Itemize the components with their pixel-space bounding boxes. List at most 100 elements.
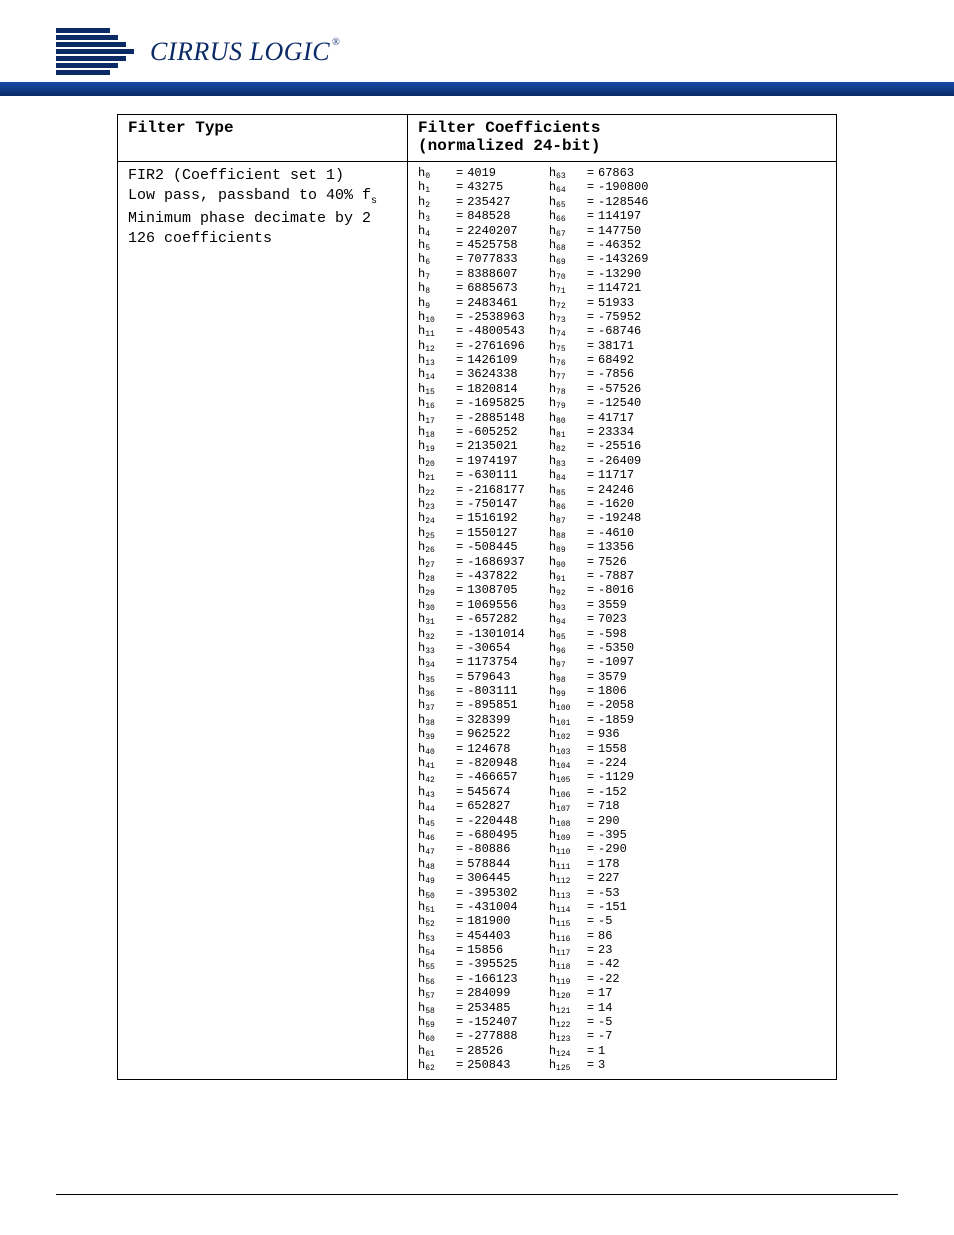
coefficient-symbol: h115	[549, 914, 587, 928]
coefficient-row: h39 = 962522	[418, 727, 525, 741]
equals-sign: =	[456, 756, 463, 770]
coefficient-row: h20 = 1974197	[418, 454, 525, 468]
coefficient-row: h92 = -8016	[549, 583, 649, 597]
coefficient-value: 178	[598, 857, 620, 871]
coefficient-symbol: h103	[549, 742, 587, 756]
equals-sign: =	[587, 310, 594, 324]
equals-sign: =	[456, 857, 463, 871]
coefficient-row: h3 = 848528	[418, 209, 525, 223]
equals-sign: =	[587, 900, 594, 914]
coefficient-symbol: h97	[549, 655, 587, 669]
coefficient-symbol: h10	[418, 310, 456, 324]
equals-sign: =	[587, 986, 594, 1000]
equals-sign: =	[587, 296, 594, 310]
coefficient-value: 3624338	[467, 367, 517, 381]
coefficient-symbol: h33	[418, 641, 456, 655]
coefficient-value: -508445	[467, 540, 517, 554]
coefficient-row: h124 = 1	[549, 1044, 649, 1058]
coefficient-value: -5350	[598, 641, 634, 655]
equals-sign: =	[456, 339, 463, 353]
coefficient-value: -2168177	[467, 483, 525, 497]
coefficient-symbol: h19	[418, 439, 456, 453]
equals-sign: =	[456, 166, 463, 180]
coefficient-value: -30654	[467, 641, 510, 655]
coefficient-row: h28 = -437822	[418, 569, 525, 583]
equals-sign: =	[587, 1029, 594, 1043]
coefficient-row: h60 = -277888	[418, 1029, 525, 1043]
coefficient-symbol: h17	[418, 411, 456, 425]
coefficient-row: h47 = -80886	[418, 842, 525, 856]
coefficient-symbol: h68	[549, 238, 587, 252]
equals-sign: =	[587, 641, 594, 655]
equals-sign: =	[587, 195, 594, 209]
equals-sign: =	[456, 296, 463, 310]
coefficient-row: h25 = 1550127	[418, 526, 525, 540]
brand-name: CIRRUS LOGIC ®	[150, 37, 340, 67]
coefficient-value: -1686937	[467, 555, 525, 569]
equals-sign: =	[587, 1001, 594, 1015]
coefficient-symbol: h26	[418, 540, 456, 554]
equals-sign: =	[587, 454, 594, 468]
equals-sign: =	[587, 655, 594, 669]
coefficient-row: h83 = -26409	[549, 454, 649, 468]
equals-sign: =	[456, 943, 463, 957]
coefficient-symbol: h86	[549, 497, 587, 511]
coefficient-value: -57526	[598, 382, 641, 396]
equals-sign: =	[456, 367, 463, 381]
coefficient-row: h78 = -57526	[549, 382, 649, 396]
coefficient-symbol: h121	[549, 1001, 587, 1015]
equals-sign: =	[456, 555, 463, 569]
coefficient-symbol: h30	[418, 598, 456, 612]
coefficient-value: -68746	[598, 324, 641, 338]
coefficient-symbol: h65	[549, 195, 587, 209]
coefficient-value: -143269	[598, 252, 648, 266]
coefficient-symbol: h2	[418, 195, 456, 209]
coefficient-row: h23 = -750147	[418, 497, 525, 511]
coefficient-symbol: h35	[418, 670, 456, 684]
coefficient-symbol: h89	[549, 540, 587, 554]
coefficient-symbol: h83	[549, 454, 587, 468]
coefficient-symbol: h117	[549, 943, 587, 957]
coefficient-symbol: h94	[549, 612, 587, 626]
equals-sign: =	[587, 252, 594, 266]
coefficient-symbol: h75	[549, 339, 587, 353]
coefficient-value: -22	[598, 972, 620, 986]
equals-sign: =	[587, 684, 594, 698]
coefficient-value: 545674	[467, 785, 510, 799]
coefficient-symbol: h77	[549, 367, 587, 381]
coefficient-value: 1516192	[467, 511, 517, 525]
equals-sign: =	[456, 1001, 463, 1015]
coefficient-value: -2058	[598, 698, 634, 712]
equals-sign: =	[456, 842, 463, 856]
equals-sign: =	[456, 425, 463, 439]
coefficient-value: 7023	[598, 612, 627, 626]
equals-sign: =	[587, 224, 594, 238]
coefficient-row: h38 = 328399	[418, 713, 525, 727]
filter-type-line: Minimum phase decimate by 2	[128, 209, 397, 229]
equals-sign: =	[587, 842, 594, 856]
coefficient-row: h74 = -68746	[549, 324, 649, 338]
equals-sign: =	[587, 180, 594, 194]
equals-sign: =	[587, 972, 594, 986]
coefficient-symbol: h78	[549, 382, 587, 396]
coefficient-value: -2538963	[467, 310, 525, 324]
coefficient-symbol: h42	[418, 770, 456, 784]
coefficient-row: h35 = 579643	[418, 670, 525, 684]
coefficient-value: 1308705	[467, 583, 517, 597]
equals-sign: =	[456, 1029, 463, 1043]
coefficient-value: -290	[598, 842, 627, 856]
coefficient-symbol: h67	[549, 224, 587, 238]
coefficient-row: h51 = -431004	[418, 900, 525, 914]
coefficient-row: h29 = 1308705	[418, 583, 525, 597]
coefficient-row: h19 = 2135021	[418, 439, 525, 453]
equals-sign: =	[456, 195, 463, 209]
coefficient-row: h72 = 51933	[549, 296, 649, 310]
coefficient-symbol: h123	[549, 1029, 587, 1043]
coefficient-row: h42 = -466657	[418, 770, 525, 784]
coefficient-value: -466657	[467, 770, 517, 784]
equals-sign: =	[587, 468, 594, 482]
coefficient-value: -13290	[598, 267, 641, 281]
coefficient-row: h110 = -290	[549, 842, 649, 856]
coefficient-symbol: h54	[418, 943, 456, 957]
filter-type-line: FIR2 (Coefficient set 1)	[128, 166, 397, 186]
